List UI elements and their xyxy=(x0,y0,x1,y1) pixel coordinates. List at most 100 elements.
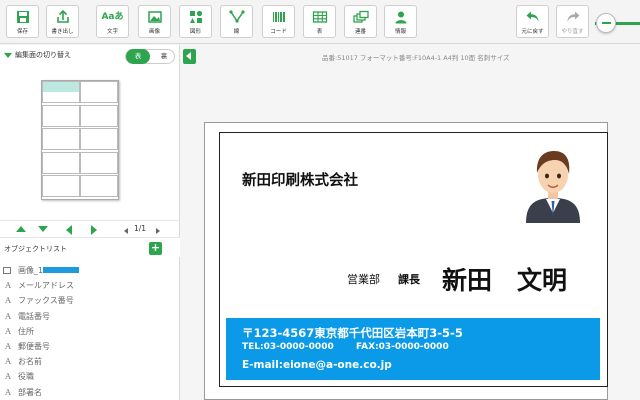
prev-icon[interactable] xyxy=(66,225,72,235)
barcode-icon xyxy=(272,12,285,22)
list-item-label: 住所 xyxy=(18,326,34,336)
thumbnail-card-1 xyxy=(42,81,80,273)
side-toggle[interactable]: 表 裏 xyxy=(125,49,175,64)
thumbnail-card xyxy=(80,104,118,127)
list-item-label: ファックス番号 xyxy=(18,296,74,306)
list-item-label: 郵便番号 xyxy=(18,342,50,352)
image-icon xyxy=(3,267,11,275)
serial-number-button[interactable]: 連番 xyxy=(344,5,377,38)
info-button[interactable]: 情報 xyxy=(384,5,417,38)
code-label: コード xyxy=(270,29,287,35)
line-label: 線 xyxy=(233,29,240,35)
line-button[interactable]: 線 xyxy=(220,5,253,38)
list-item[interactable]: A 役職 xyxy=(0,369,180,384)
list-item[interactable]: A お名前 xyxy=(0,354,180,369)
list-item-label: 役職 xyxy=(18,372,34,382)
business-card[interactable]: 新田印刷株式会社 営業部 課長 新田 文明 〒123-4567東京都千代田区岩本… xyxy=(219,132,608,387)
table-button[interactable]: 表 xyxy=(303,5,336,38)
list-item[interactable]: A メールアドレス xyxy=(0,278,180,293)
thumbnail-card xyxy=(80,81,118,103)
contact-band[interactable]: 〒123-4567東京都千代田区岩本町3-5-5 TEL:03-0000-000… xyxy=(226,318,600,380)
move-down-icon[interactable] xyxy=(38,226,48,232)
collapse-panel-button[interactable] xyxy=(183,49,196,64)
undo-button[interactable]: 元に戻す xyxy=(516,5,549,38)
thumbnail-card xyxy=(42,175,80,197)
left-panel: 編集面の切り替え 表 裏 1/1 オブジェクトリスト + 画像_1 A メールアド… xyxy=(0,45,180,400)
front-side-button[interactable]: 表 xyxy=(126,49,150,64)
phone-number[interactable]: TEL:03-0000-0000 xyxy=(242,342,334,352)
collapse-triangle-icon[interactable] xyxy=(4,53,12,58)
info-person-icon xyxy=(395,11,406,24)
undo-label: 元に戻す xyxy=(521,29,544,35)
object-pager: 1/1 xyxy=(0,220,180,236)
save-button[interactable]: 保存 xyxy=(6,5,39,38)
list-item[interactable]: A 郵便番号 xyxy=(0,339,180,354)
department[interactable]: 営業部 xyxy=(347,271,380,287)
info-label: 情報 xyxy=(394,29,406,35)
list-item-label: 画像_1 xyxy=(18,266,44,276)
text-object-icon: A xyxy=(5,372,11,382)
text-button[interactable]: Aaあ 文字 xyxy=(96,5,129,38)
list-item-label: 電話番号 xyxy=(18,311,50,321)
page-next-icon[interactable] xyxy=(156,228,160,234)
redo-label: やり直す xyxy=(561,29,584,35)
serial-number-label: 連番 xyxy=(354,29,366,35)
text-object-icon: A xyxy=(5,311,11,321)
shapes-icon xyxy=(189,10,202,23)
next-icon[interactable] xyxy=(91,225,97,235)
text-object-icon: A xyxy=(5,296,11,306)
email-address[interactable]: E-mail:eione@a-one.co.jp xyxy=(242,359,392,371)
avatar-illustration xyxy=(526,151,580,223)
redo-button[interactable]: やり直す xyxy=(556,5,589,38)
redo-icon xyxy=(567,11,579,22)
serial-number-icon xyxy=(352,10,369,23)
back-side-button[interactable]: 裏 xyxy=(154,50,174,63)
list-item[interactable]: A ファックス番号 xyxy=(0,293,180,308)
list-item-label: メールアドレス xyxy=(18,281,74,291)
page-prev-icon[interactable] xyxy=(124,228,128,234)
object-list: 画像_1 A メールアドレス A ファックス番号 A 電話番号 A 住所 A 郵便番号 A… xyxy=(0,263,180,400)
page-thumbnail[interactable] xyxy=(41,80,119,273)
address[interactable]: 〒123-4567東京都千代田区岩本町3-5-5 xyxy=(242,325,463,341)
text-icon: Aaあ xyxy=(101,12,124,22)
code-button[interactable]: コード xyxy=(262,5,295,38)
list-item-label: 部署名 xyxy=(18,387,42,397)
page-count: 1/1 xyxy=(134,224,147,233)
thumbnail-card xyxy=(80,175,118,197)
thumbnail-card xyxy=(42,151,80,174)
list-item[interactable]: A 住所 xyxy=(0,324,180,339)
export-icon xyxy=(56,10,69,23)
list-item-label: お名前 xyxy=(18,357,42,367)
table-icon xyxy=(312,11,327,23)
portrait-image[interactable] xyxy=(522,143,584,223)
undo-icon xyxy=(526,11,538,22)
zoom-slider-handle[interactable] xyxy=(596,13,616,33)
text-object-icon: A xyxy=(5,342,11,352)
job-title[interactable]: 課長 xyxy=(398,271,420,287)
edit-side-title: 編集面の切り替え xyxy=(15,51,71,59)
table-label: 表 xyxy=(316,29,323,35)
thumbnail-card xyxy=(80,151,118,174)
text-object-icon: A xyxy=(5,281,11,291)
format-info: 品番:51017 フォーマット番号:F10A4-1 A4判 10面 名刺サイズ xyxy=(322,54,510,62)
text-object-icon: A xyxy=(5,357,11,367)
save-icon xyxy=(16,11,29,23)
list-item[interactable]: A 部署名 xyxy=(0,385,180,400)
move-top-icon[interactable] xyxy=(16,226,26,232)
thumbnail-card xyxy=(42,104,80,127)
person-name[interactable]: 新田 文明 xyxy=(442,261,567,297)
add-object-button[interactable]: + xyxy=(149,242,162,255)
toolbar: 保存 書き出し Aaあ 文字 画像 図形 線 コード 表 連番 情報 元に戻す xyxy=(0,0,640,44)
list-item[interactable]: A 電話番号 xyxy=(0,309,180,324)
company-name[interactable]: 新田印刷株式会社 xyxy=(242,169,358,190)
line-icon xyxy=(228,10,245,23)
list-item[interactable]: 画像_1 xyxy=(0,263,180,278)
text-label: 文字 xyxy=(106,29,118,35)
image-button[interactable]: 画像 xyxy=(138,5,171,38)
object-list-header: オブジェクトリスト + xyxy=(0,237,180,257)
export-button[interactable]: 書き出し xyxy=(46,5,79,38)
thumbnail-card xyxy=(80,128,118,150)
fax-number[interactable]: FAX:03-0000-0000 xyxy=(356,342,449,352)
shapes-button[interactable]: 図形 xyxy=(179,5,212,38)
save-label: 保存 xyxy=(16,29,28,35)
